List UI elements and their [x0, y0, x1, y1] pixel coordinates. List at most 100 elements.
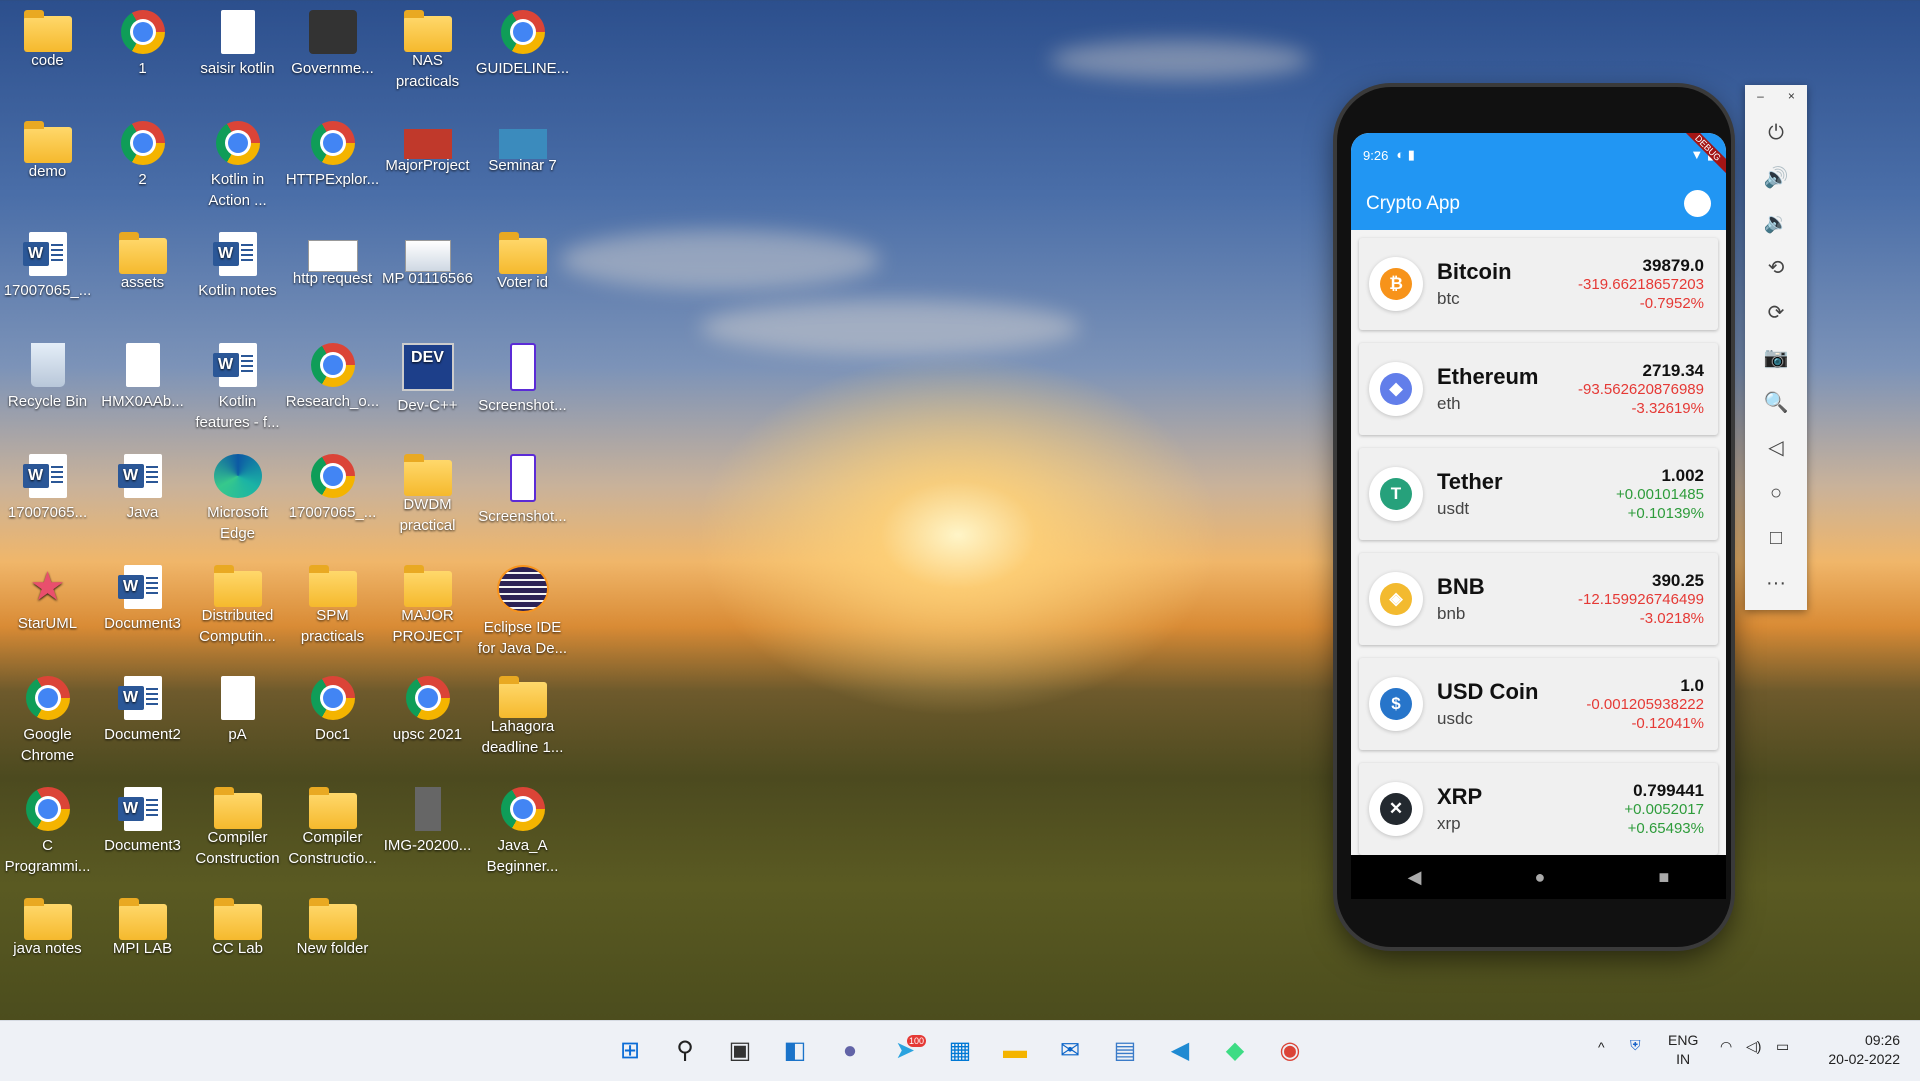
desktop-icon[interactable]: 2 — [95, 113, 190, 190]
desktop-icon[interactable]: assets — [95, 224, 190, 293]
desktop-icon[interactable]: 17007065_... — [285, 446, 380, 523]
desktop-icon[interactable]: CC Lab — [190, 890, 285, 959]
desktop-icon[interactable]: C Programmi... — [0, 779, 95, 877]
more-icon[interactable]: ··· — [1745, 561, 1807, 606]
nav-home-button[interactable]: ● — [1535, 867, 1546, 888]
clock[interactable]: 09:26 20-02-2022 — [1805, 1031, 1900, 1069]
chrome-icon[interactable]: ◉ — [1272, 1033, 1308, 1069]
desktop-icon[interactable]: Distributed Computin... — [190, 557, 285, 647]
desktop-icon[interactable]: Screenshot... — [475, 446, 570, 527]
desktop-icon[interactable]: Lahagora deadline 1... — [475, 668, 570, 758]
desktop-icon[interactable]: IMG-20200... — [380, 779, 475, 856]
desktop-icon[interactable]: demo — [0, 113, 95, 182]
desktop-icon[interactable]: Screenshot... — [475, 335, 570, 416]
coin-card[interactable]: ◆ Ethereum eth 2719.34 -93.562620876989 -3.32… — [1359, 343, 1718, 435]
desktop-icon[interactable]: DWDM practical — [380, 446, 475, 536]
vscode-icon[interactable]: ◀ — [1162, 1033, 1198, 1069]
desktop-icon[interactable]: Seminar 7 — [475, 113, 570, 176]
desktop-icon[interactable]: Voter id — [475, 224, 570, 293]
nav-back-button[interactable]: ◀ — [1408, 867, 1422, 888]
back-icon[interactable]: ◁ — [1745, 426, 1807, 471]
minimize-button[interactable]: – — [1757, 89, 1764, 111]
rotate-left-icon[interactable]: ⟲ — [1745, 246, 1807, 291]
store-icon[interactable]: ▦ — [942, 1033, 978, 1069]
folder-icon — [23, 898, 72, 940]
desktop-icon[interactable]: HMX0AAb... — [95, 335, 190, 412]
tray-chevron-icon[interactable]: ^ — [1598, 1039, 1605, 1055]
desktop-icon[interactable]: ★ StarUML — [0, 557, 95, 634]
desktop-icon[interactable]: NAS practicals — [380, 2, 475, 92]
desktop-icon[interactable]: 17007065_... — [0, 224, 95, 301]
desktop-icon[interactable]: pA — [190, 668, 285, 745]
desktop-icon[interactable]: MPI LAB — [95, 890, 190, 959]
rotate-right-icon[interactable]: ⟳ — [1745, 291, 1807, 336]
coin-card[interactable]: ◈ BNB bnb 390.25 -12.159926746499 -3.0218% — [1359, 553, 1718, 645]
coin-card[interactable]: ₿ Bitcoin btc 39879.0 -319.66218657203 -0.795… — [1359, 238, 1718, 330]
task-view-icon[interactable]: ▣ — [722, 1033, 758, 1069]
mail-icon[interactable]: ✉ — [1052, 1033, 1088, 1069]
desktop-icon[interactable]: Eclipse IDE for Java De... — [475, 557, 570, 659]
desktop-icon[interactable]: Google Chrome — [0, 668, 95, 766]
desktop-icon[interactable]: MajorProject — [380, 113, 475, 176]
desktop-icon[interactable]: MAJOR PROJECT — [380, 557, 475, 647]
desktop-icon[interactable]: Document3 — [95, 779, 190, 856]
volume-icon[interactable]: ◁) — [1746, 1038, 1761, 1055]
desktop-icon[interactable]: http request — [285, 224, 380, 289]
volume-up-icon[interactable]: 🔊 — [1745, 156, 1807, 201]
power-icon[interactable]: ⏻ — [1745, 111, 1807, 156]
desktop-icon[interactable]: HTTPExplor... — [285, 113, 380, 190]
desktop-icon[interactable]: code — [0, 2, 95, 71]
folder-icon — [498, 232, 547, 274]
desktop-icon[interactable]: 17007065... — [0, 446, 95, 523]
desktop-icon[interactable]: Compiler Constructio... — [285, 779, 380, 869]
volume-down-icon[interactable]: 🔉 — [1745, 201, 1807, 246]
start-icon[interactable]: ⊞ — [612, 1033, 648, 1069]
desktop-icon[interactable]: Compiler Construction — [190, 779, 285, 869]
desktop-icon[interactable]: Kotlin features - f... — [190, 335, 285, 433]
photos-icon[interactable]: ▤ — [1107, 1033, 1143, 1069]
desktop-icon[interactable]: GUIDELINE... — [475, 2, 570, 79]
wifi-icon[interactable]: ◠ — [1720, 1038, 1732, 1055]
chat-icon[interactable]: ● — [832, 1033, 868, 1069]
theme-toggle[interactable] — [1684, 190, 1711, 217]
desktop-icon[interactable]: java notes — [0, 890, 95, 959]
file-explorer-icon[interactable]: ▬ — [997, 1033, 1033, 1069]
desktop-icon[interactable]: Governme... — [285, 2, 380, 79]
desktop-icon[interactable]: SPM practicals — [285, 557, 380, 647]
android-studio-icon[interactable]: ◆ — [1217, 1033, 1253, 1069]
close-button[interactable]: × — [1788, 89, 1795, 111]
coin-card[interactable]: $ USD Coin usdc 1.0 -0.001205938222 -0.12041% — [1359, 658, 1718, 750]
zoom-icon[interactable]: 🔍 — [1745, 381, 1807, 426]
desktop-icon[interactable]: Microsoft Edge — [190, 446, 285, 544]
coin-card[interactable]: T Tether usdt 1.002 +0.00101485 +0.10139% — [1359, 448, 1718, 540]
desktop-icon[interactable]: 1 — [95, 2, 190, 79]
desktop-icon[interactable]: Document3 — [95, 557, 190, 634]
desktop-icon[interactable]: MP 01116566 — [380, 224, 475, 289]
desktop-icon[interactable]: Kotlin in Action ... — [190, 113, 285, 211]
overview-icon[interactable]: □ — [1745, 516, 1807, 561]
desktop-icon[interactable]: saisir kotlin — [190, 2, 285, 79]
widgets-icon[interactable]: ◧ — [777, 1033, 813, 1069]
search-icon[interactable]: ⚲ — [667, 1033, 703, 1069]
desktop-icon-label: Screenshot... — [478, 508, 567, 525]
clock-date: 20-02-2022 — [1828, 1051, 1900, 1067]
desktop-icon[interactable]: Document2 — [95, 668, 190, 745]
nav-recents-button[interactable]: ■ — [1659, 867, 1670, 888]
desktop-icon[interactable]: upsc 2021 — [380, 668, 475, 745]
desktop-icon[interactable]: DEV Dev-C++ — [380, 335, 475, 416]
desktop-icon[interactable]: Kotlin notes — [190, 224, 285, 301]
chrome-icon — [310, 676, 355, 720]
desktop-icon[interactable]: Java — [95, 446, 190, 523]
desktop-icon[interactable]: Java_A Beginner... — [475, 779, 570, 877]
camera-icon[interactable]: 📷 — [1745, 336, 1807, 381]
coin-card[interactable]: ✕ XRP xrp 0.799441 +0.0052017 +0.65493% — [1359, 763, 1718, 855]
defender-icon[interactable]: ⛨ — [1630, 1037, 1641, 1054]
language-indicator[interactable]: ENG IN — [1668, 1031, 1698, 1069]
home-icon[interactable]: ○ — [1745, 471, 1807, 516]
desktop-icon[interactable]: New folder — [285, 890, 380, 959]
desktop-icon[interactable]: Doc1 — [285, 668, 380, 745]
desktop-icon[interactable]: Research_o... — [285, 335, 380, 412]
phone-icon — [509, 343, 536, 391]
desktop-icon[interactable]: Recycle Bin — [0, 335, 95, 412]
battery-icon[interactable]: ▭ — [1776, 1038, 1789, 1055]
